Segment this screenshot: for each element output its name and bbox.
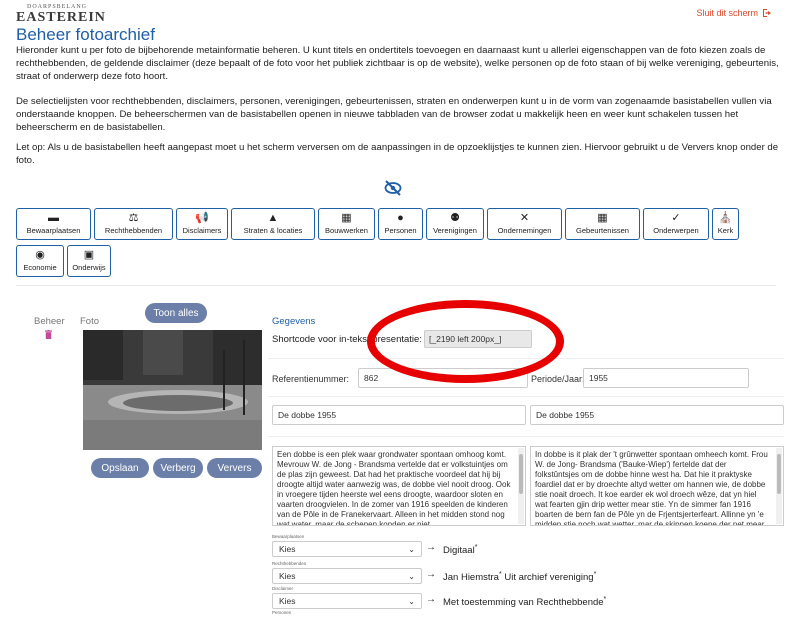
signout-link[interactable]: Sluit dit scherm [696, 8, 772, 18]
disclaimer-value: Met toestemming van Rechthebbende* [443, 596, 607, 609]
straten-locaties-button[interactable]: ▲ Straten & locaties [231, 208, 315, 240]
rechthebbenden-label: Rechthebbenden [272, 561, 307, 566]
bouwwerken-button[interactable]: ▦ Bouwwerken [318, 208, 375, 240]
gebeurtenissen-button[interactable]: ▦ Gebeurtenissen [565, 208, 640, 240]
row-divider [268, 396, 784, 397]
periode-label: Periode/Jaar: [531, 374, 585, 384]
calendar-icon: ▦ [597, 212, 608, 224]
ondernemingen-button[interactable]: ✕ Ondernemingen [487, 208, 562, 240]
toon-alles-button[interactable]: Toon alles [145, 303, 207, 323]
verenigingen-button[interactable]: ⚉ Verenigingen [426, 208, 484, 240]
check-icon: ✓ [671, 212, 681, 224]
coins-icon: ◉ [35, 249, 45, 261]
page-title: Beheer fotoarchief [16, 25, 155, 44]
referentie-field[interactable]: 862 [358, 368, 528, 388]
shortcode-label: Shortcode voor in-tekst presentatie: [272, 334, 422, 345]
intro-paragraph-2: De selectielijsten voor rechthebbenden, … [16, 96, 772, 133]
title-nl-field[interactable]: De dobbe 1955 [272, 405, 526, 425]
bewaarplaatsen-button[interactable]: ▬ Bewaarplaatsen [16, 208, 91, 240]
divider [16, 285, 776, 286]
tools-icon: ✕ [519, 212, 530, 224]
intro-paragraph-1: Hieronder kunt u per foto de bijbehorend… [16, 45, 779, 82]
rechthebbenden-value: Jan Hiemstra* Uit archief vereniging* [443, 571, 597, 584]
users-icon: ⚉ [450, 212, 460, 224]
trash-icon[interactable] [45, 330, 52, 339]
bewaarplaatsen-value: Digitaal* [443, 544, 478, 557]
verberg-button[interactable]: Verberg [153, 458, 203, 478]
arrow-right-icon: → [426, 594, 436, 605]
school-icon: ▣ [83, 249, 95, 261]
row-divider [268, 436, 784, 437]
building-icon: ▦ [341, 212, 352, 224]
onderwijs-button[interactable]: ▣ Onderwijs [67, 245, 111, 277]
shortcode-field[interactable]: [_2190 left 200px_] [424, 330, 532, 348]
eye-slash-icon[interactable] [384, 180, 402, 196]
referentie-label: Referentienummer: [272, 374, 350, 384]
disclaimer-select[interactable]: Kies ⌄ [272, 593, 422, 609]
signout-icon [763, 9, 771, 17]
logo: EASTEREIN [16, 10, 106, 25]
chevron-down-icon: ⌄ [408, 544, 415, 554]
beheer-label: Beheer [34, 316, 65, 327]
description-fy-textarea[interactable]: In dobbe is it plak der 't grûnwetter sp… [530, 446, 784, 526]
scrollbar[interactable] [518, 448, 524, 524]
periode-field[interactable]: 1955 [583, 368, 749, 388]
church-icon: ⛪ [718, 212, 733, 224]
bewaarplaatsen-label: Bewaarplaatsen [272, 534, 305, 539]
scrollbar[interactable] [776, 448, 782, 524]
gegevens-label: Gegevens [272, 316, 316, 327]
person-icon: ● [397, 212, 404, 224]
economie-button[interactable]: ◉ Economie [16, 245, 64, 277]
rechthebbenden-button[interactable]: ⚖ Rechthebbenden [94, 208, 173, 240]
ververs-button[interactable]: Ververs [207, 458, 262, 478]
signout-label: Sluit dit scherm [696, 8, 758, 18]
archive-icon: ▬ [48, 212, 59, 224]
personen-label: Personen [272, 610, 292, 615]
chevron-down-icon: ⌄ [408, 571, 415, 581]
disclaimers-button[interactable]: 📢 Disclaimers [176, 208, 228, 240]
road-icon: ▲ [267, 212, 279, 224]
rechthebbenden-select[interactable]: Kies ⌄ [272, 568, 422, 584]
disclaimer-label: Disclaimer [272, 586, 294, 591]
row-divider [268, 358, 784, 359]
title-fy-field[interactable]: De dobbe 1955 [530, 405, 784, 425]
photo-thumbnail[interactable] [83, 330, 262, 450]
megaphone-icon: 📢 [195, 212, 209, 224]
opslaan-button[interactable]: Opslaan [91, 458, 149, 478]
kerk-button[interactable]: ⛪ Kerk [712, 208, 739, 240]
bewaarplaatsen-select[interactable]: Kies ⌄ [272, 541, 422, 557]
foto-label: Foto [80, 316, 100, 327]
arrow-right-icon: → [426, 542, 436, 553]
arrow-right-icon: → [426, 569, 436, 580]
personen-button[interactable]: ● Personen [378, 208, 423, 240]
chevron-down-icon: ⌄ [408, 596, 415, 606]
scale-icon: ⚖ [128, 212, 139, 224]
description-nl-textarea[interactable]: Een dobbe is een plek waar grondwater sp… [272, 446, 526, 526]
intro-paragraph-3: Let op: Als u de basistabellen heeft aan… [16, 142, 779, 166]
onderwerpen-button[interactable]: ✓ Onderwerpen [643, 208, 709, 240]
